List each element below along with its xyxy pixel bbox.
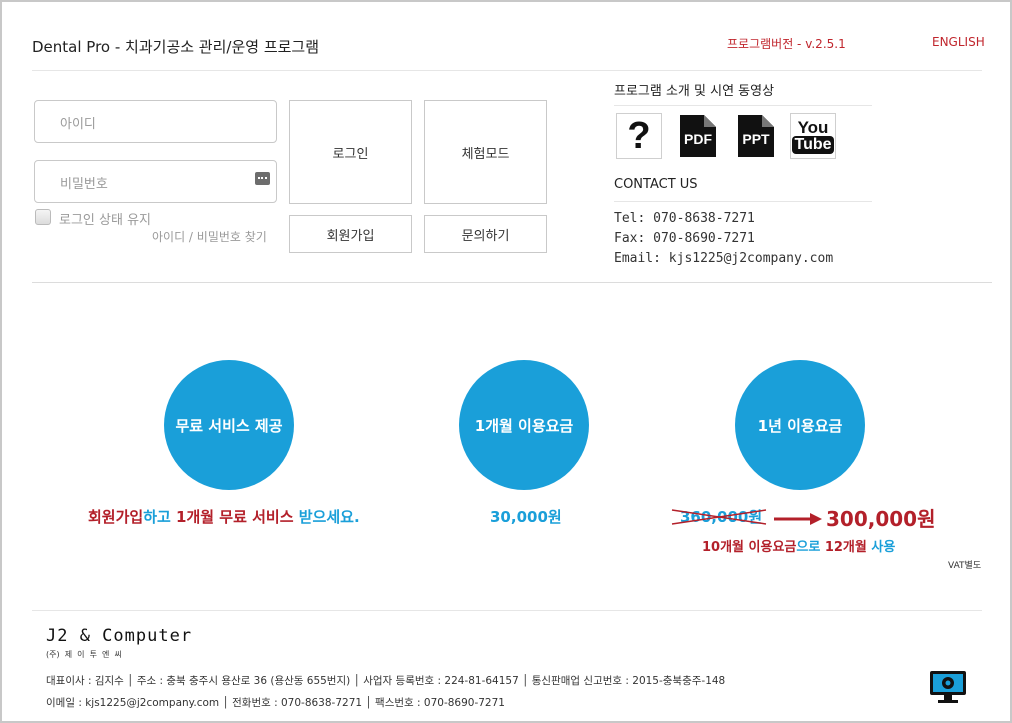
monthly-fee-circle: 1개월 이용요금: [459, 360, 589, 490]
youtube-text-top: You: [797, 117, 829, 137]
remote-support-icon[interactable]: [929, 670, 967, 704]
company-logo-sub: (주) 제 이 투 엔 씨: [46, 650, 122, 659]
help-icon[interactable]: ?: [616, 113, 662, 159]
find-account-link[interactable]: 아이디 / 비밀번호 찾기: [152, 228, 267, 245]
yearly-new-price: 300,000원: [826, 507, 936, 531]
signup-button[interactable]: 회원가입: [289, 215, 412, 253]
free-desc-month: 1개월 무료 서비스: [176, 508, 294, 526]
password-placeholder: 비밀번호: [60, 177, 108, 192]
youtube-text-bottom: Tube: [792, 135, 834, 154]
monthly-price: 30,000원: [490, 508, 562, 526]
yearly-desc-with: 으로: [796, 540, 825, 555]
yearly-old-price-wrap: 360,000원: [670, 506, 770, 528]
arrow-right-icon: [774, 513, 822, 525]
pdf-file-shape: PDF: [680, 115, 716, 157]
header-divider: [32, 70, 982, 71]
yearly-fee-circle: 1년 이용요금: [735, 360, 865, 490]
id-input[interactable]: 아이디: [34, 100, 277, 143]
contact-divider: [614, 201, 872, 202]
page-title: Dental Pro - 치과기공소 관리/운영 프로그램: [32, 38, 320, 56]
free-service-circle: 무료 서비스 제공: [164, 360, 294, 490]
company-logo-text: J2 & Computer: [46, 626, 193, 646]
company-logo: J2 & Computer (주) 제 이 투 엔 씨: [46, 626, 192, 660]
keyboard-icon[interactable]: [255, 172, 270, 185]
free-desc-and: 하고: [143, 508, 177, 526]
password-input[interactable]: 비밀번호: [34, 160, 277, 203]
footer-company-info: 대표이사 : 김지수 │ 주소 : 충북 충주시 용산로 36 (용산동 655…: [46, 675, 726, 687]
ppt-text: PPT: [742, 131, 770, 147]
youtube-icon[interactable]: You Tube: [790, 113, 836, 159]
yearly-desc-10months: 10개월 이용요금: [702, 540, 797, 555]
intro-heading: 프로그램 소개 및 시연 동영상: [614, 84, 775, 99]
intro-divider: [614, 105, 872, 106]
strike-cross: [671, 509, 767, 525]
vat-note: VAT별도: [948, 561, 982, 571]
top-section-divider: [32, 282, 992, 283]
free-desc-signup: 회원가입: [88, 508, 144, 526]
yearly-desc: 10개월 이용요금으로 12개월 사용: [702, 536, 895, 555]
remember-label: 로그인 상태 유지: [59, 213, 151, 228]
id-placeholder: 아이디: [60, 117, 96, 132]
remember-checkbox[interactable]: [35, 209, 51, 225]
yearly-desc-use: 사용: [866, 540, 896, 555]
footer-divider: [32, 610, 982, 611]
version-label: 프로그램버전 - v.2.5.1: [727, 37, 846, 51]
footer-contact-info: 이메일 : kjs1225@j2company.com │ 전화번호 : 070…: [46, 697, 505, 709]
contact-tel: Tel: 070-8638-7271: [614, 211, 755, 226]
trial-mode-button[interactable]: 체험모드: [424, 100, 547, 204]
contact-heading: CONTACT US: [614, 177, 698, 192]
contact-fax: Fax: 070-8690-7271: [614, 231, 755, 246]
free-desc-get: 받으세요.: [293, 508, 360, 526]
ppt-icon[interactable]: PPT: [732, 113, 778, 159]
app-window: Dental Pro - 치과기공소 관리/운영 프로그램 프로그램버전 - v…: [0, 0, 1012, 723]
ppt-file-shape: PPT: [738, 115, 774, 157]
yearly-desc-12months: 12개월: [824, 540, 867, 555]
english-link[interactable]: ENGLISH: [932, 35, 985, 49]
login-button[interactable]: 로그인: [289, 100, 412, 204]
free-service-desc: 회원가입하고 1개월 무료 서비스 받으세요.: [88, 506, 360, 527]
contact-email: Email: kjs1225@j2company.com: [614, 251, 834, 266]
inquiry-button[interactable]: 문의하기: [424, 215, 547, 253]
pdf-icon[interactable]: PDF: [674, 113, 720, 159]
pdf-text: PDF: [684, 131, 712, 147]
